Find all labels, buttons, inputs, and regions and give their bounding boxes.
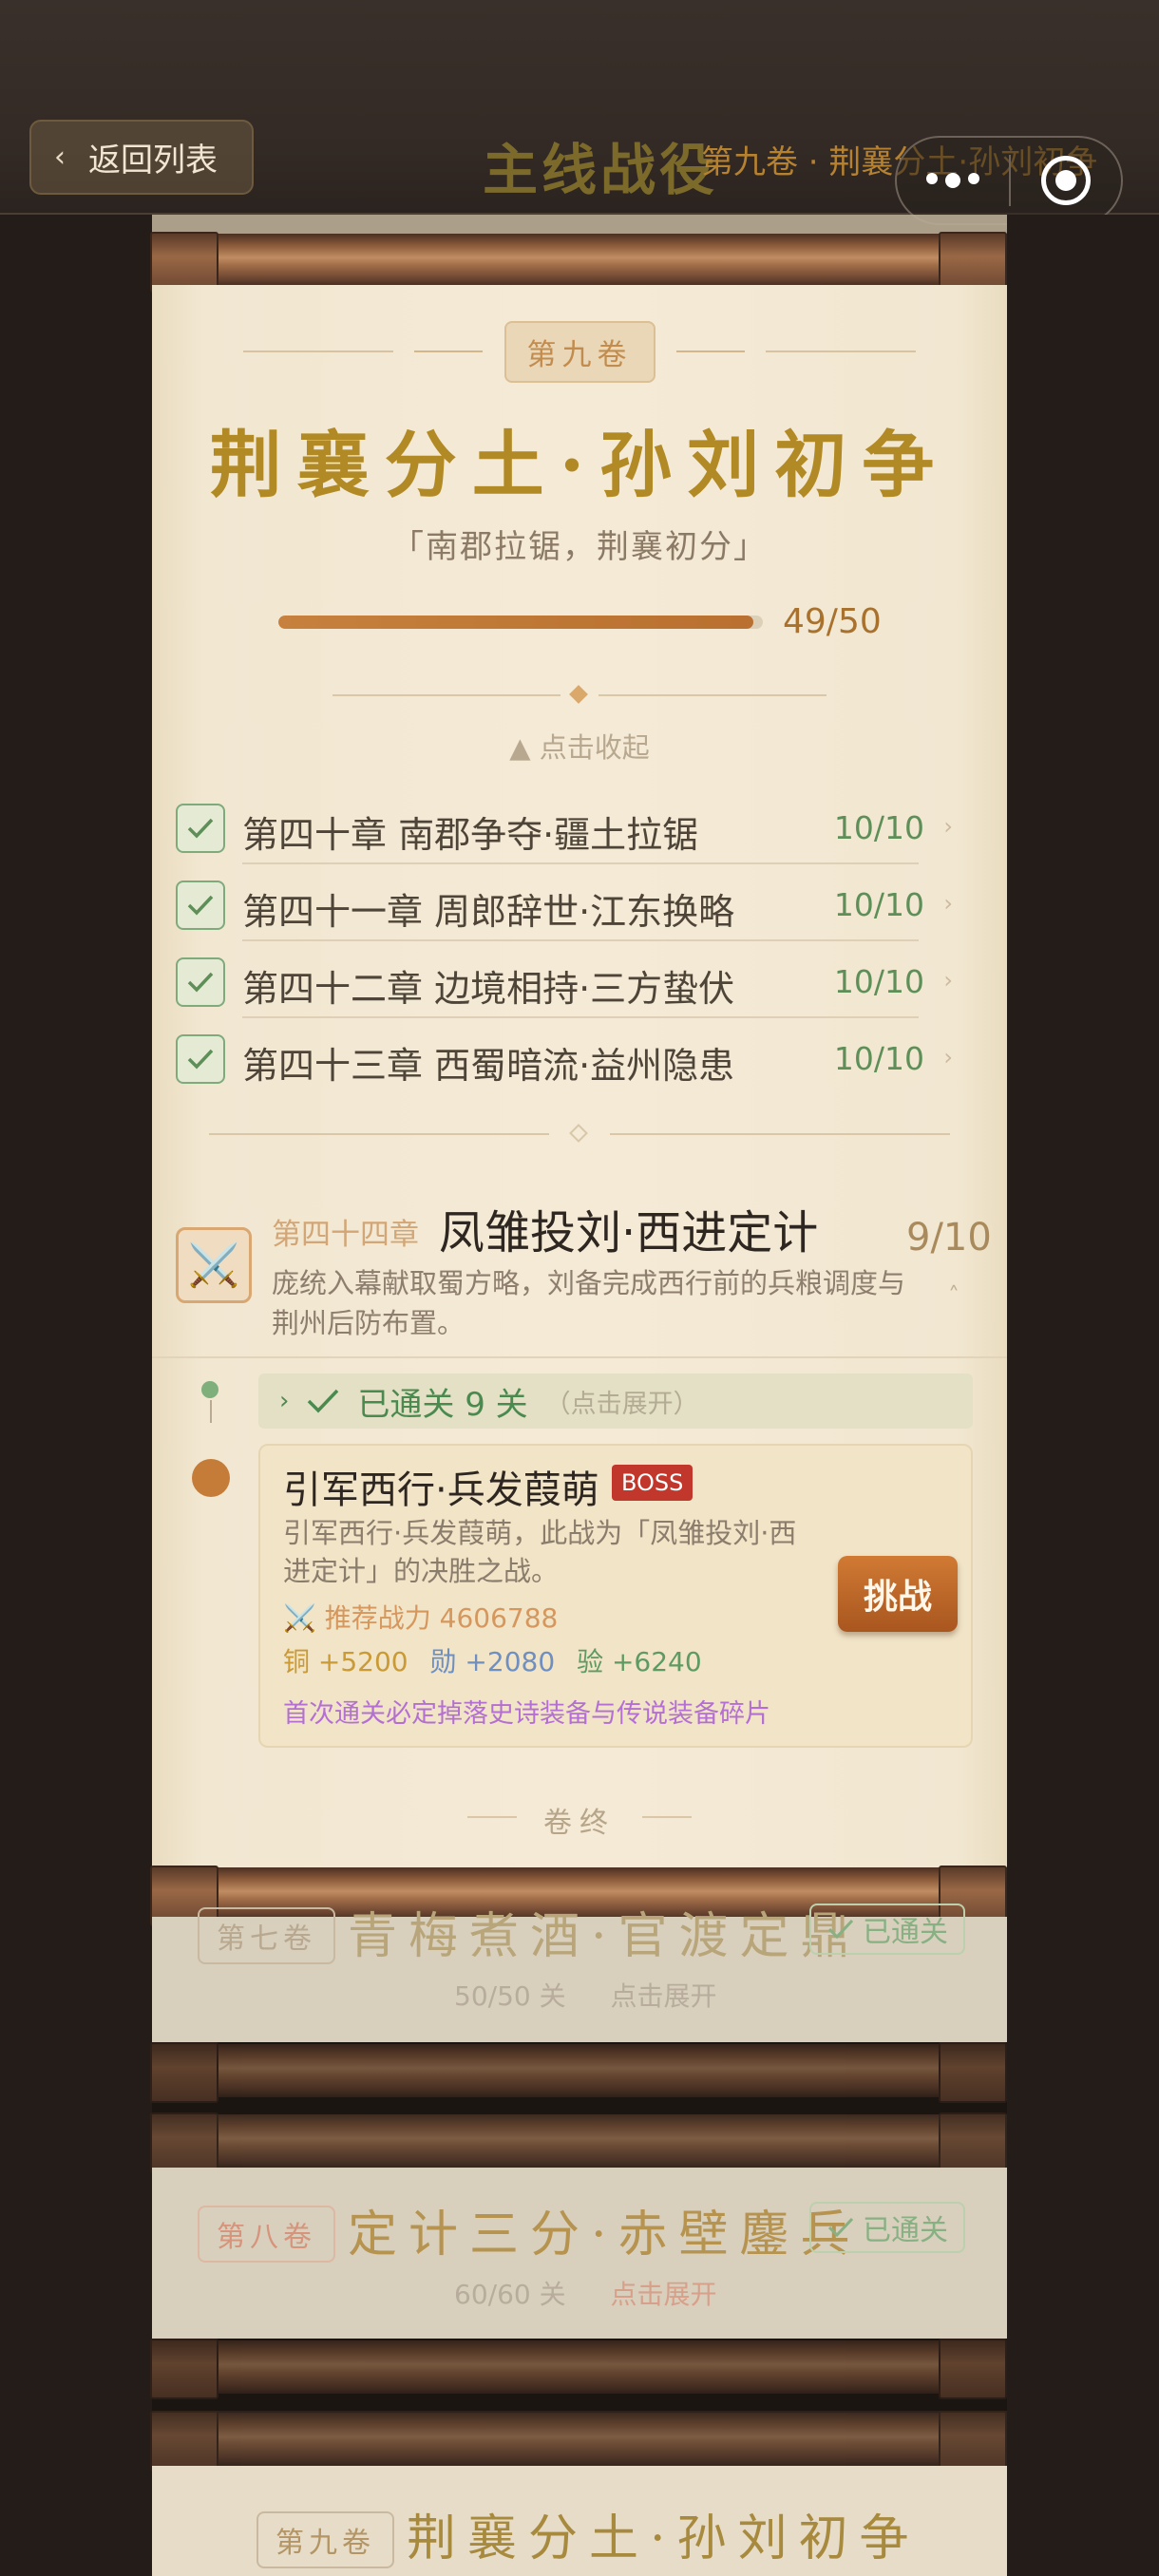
volume-progress-fill — [278, 616, 753, 629]
current-chapter-label: 第四十四章 — [272, 1218, 419, 1252]
passed-stages-toggle[interactable]: › 已通关 9 关 （点击展开） — [258, 1373, 973, 1429]
more-icon[interactable] — [897, 173, 1009, 188]
volume-title: 荆襄分土·孙刘初争 — [209, 423, 950, 507]
chapter-row[interactable]: 第四十三章 西蜀暗流·益州隐患 10/10 › — [176, 1019, 974, 1095]
volume-meta: 60/60 关 点击展开 — [454, 2274, 753, 2312]
expand-label: 点击展开 — [610, 2279, 717, 2310]
crossed-swords-icon: ⚔️ — [176, 1227, 252, 1303]
check-icon — [176, 804, 225, 853]
cleared-badge-label: 已通关 — [863, 1916, 948, 1949]
challenge-button[interactable]: 挑战 — [838, 1556, 958, 1632]
reward-exp: 验 +6240 — [577, 1646, 702, 1677]
stage-description: 引军西行·兵发葭萌，此战为「凤雏投刘·西进定计」的决胜之战。 — [283, 1517, 797, 1587]
current-stage-card: 引军西行·兵发葭萌 BOSS 引军西行·兵发葭萌，此战为「凤雏投刘·西进定计」的… — [258, 1444, 973, 1748]
chapter-row[interactable]: 第四十一章 周郎辞世·江东换略 10/10 › — [176, 865, 974, 941]
expand-icon: › — [279, 1387, 290, 1415]
volume-title: 青梅煮酒·官渡定鼎 — [348, 1908, 862, 1965]
right-backdrop — [1007, 215, 1159, 2576]
current-chapter-header[interactable]: ⚔️ 第四十四章 凤雏投刘·西进定计 9/10 庞统入幕献取蜀方略，刘备完成西行… — [152, 1170, 1007, 1360]
current-chapter-desc: 庞统入幕献取蜀方略，刘备完成西行前的兵粮调度与荆州后防布置。 — [272, 1267, 906, 1339]
page-title: 主线战役 — [483, 138, 719, 202]
stage-rewards: 铜 +5200 勋 +2080 验 +6240 — [283, 1641, 715, 1679]
left-backdrop — [0, 215, 152, 2576]
expand-label: 点击展开 — [610, 1980, 717, 2012]
back-to-list-button[interactable]: ‹ 返回列表 — [29, 120, 254, 195]
scroll-rod — [150, 2112, 1007, 2173]
reward-copper: 铜 +5200 — [283, 1646, 408, 1677]
scroll-rod — [150, 2042, 1007, 2103]
chapter-count: 10/10 — [833, 1040, 924, 1077]
volume-meta: 50/50 关 点击展开 — [454, 1976, 753, 2014]
scroll-rod — [150, 2339, 1007, 2399]
volume-title: 荆襄分土·孙刘初争 — [407, 2510, 921, 2567]
back-button-label: 返回列表 — [88, 142, 218, 180]
chapter-count: 10/10 — [833, 886, 924, 923]
cleared-badge-label: 已通关 — [863, 2214, 948, 2247]
chapter-row[interactable]: 第四十二章 边境相持·三方蛰伏 10/10 › — [176, 942, 974, 1018]
chapter-row[interactable]: 第四十章 南郡争夺·疆土拉锯 10/10 › — [176, 788, 974, 864]
recommended-power: ⚔️ 推荐战力 4606788 — [283, 1602, 559, 1634]
passed-stages-hint: （点击展开） — [544, 1389, 699, 1419]
volume-tag: 第九卷 — [256, 2511, 394, 2568]
reward-merit: 勋 +2080 — [429, 1646, 556, 1677]
check-icon — [827, 2217, 854, 2238]
timeline-current-dot — [192, 1459, 230, 1497]
boss-badge: BOSS — [612, 1465, 694, 1501]
check-icon — [827, 1919, 854, 1940]
volume-quote: 「南郡拉锯，荆襄初分」 — [391, 528, 768, 566]
chapter-count: 10/10 — [833, 809, 924, 846]
volume-tag: 第七卷 — [198, 1907, 335, 1964]
chevron-right-icon: › — [943, 1044, 953, 1070]
collapse-toggle[interactable]: ▲ 点击收起 — [0, 726, 1159, 766]
chapter-name: 第四十二章 边境相持·三方蛰伏 — [242, 968, 735, 1010]
current-chapter-title: 凤雏投刘·西进定计 — [439, 1206, 819, 1260]
timeline-done-dot — [201, 1381, 218, 1398]
volume-title: 定计三分·赤壁鏖兵 — [348, 2207, 862, 2263]
volume-tag: 第八卷 — [198, 2206, 335, 2263]
chevron-left-icon: ‹ — [54, 141, 66, 174]
check-icon — [176, 881, 225, 930]
chevron-right-icon: › — [943, 890, 953, 917]
cleared-badge: 已通关 — [809, 2202, 965, 2253]
chapter-name: 第四十章 南郡争夺·疆土拉锯 — [242, 814, 699, 856]
volume-stage-count: 60/60 关 — [454, 2279, 566, 2310]
volume-stage-count: 50/50 关 — [454, 1980, 566, 2012]
check-icon — [176, 957, 225, 1007]
scroll-rod — [150, 2411, 1007, 2472]
chevron-up-icon: ˄ — [948, 1282, 960, 1309]
check-icon — [176, 1034, 225, 1084]
volume-end-label: 卷终 — [543, 1807, 616, 1840]
chapter-name: 第四十三章 西蜀暗流·益州隐患 — [242, 1045, 735, 1087]
chapter-count: 10/10 — [833, 963, 924, 1000]
miniprogram-capsule — [895, 136, 1123, 225]
volume-progress-text: 49/50 — [783, 602, 882, 641]
stage-title: 引军西行·兵发葭萌 — [283, 1468, 599, 1512]
scroll-rod-top — [150, 232, 1007, 293]
first-clear-drop: 首次通关必定掉落史诗装备与传说装备碎片 — [283, 1699, 770, 1729]
check-icon — [308, 1389, 339, 1413]
volume-progress-bar — [278, 616, 763, 629]
current-chapter-count: 9/10 — [906, 1216, 992, 1260]
volume-tag: 第九卷 — [504, 321, 656, 383]
cleared-badge: 已通关 — [809, 1904, 965, 1955]
chevron-right-icon: › — [943, 967, 953, 994]
chapter-name: 第四十一章 周郎辞世·江东换略 — [242, 891, 735, 933]
passed-stages-text: 已通关 9 关 — [357, 1385, 528, 1424]
close-miniprogram-icon[interactable] — [1011, 156, 1121, 205]
chevron-right-icon: › — [943, 813, 953, 840]
